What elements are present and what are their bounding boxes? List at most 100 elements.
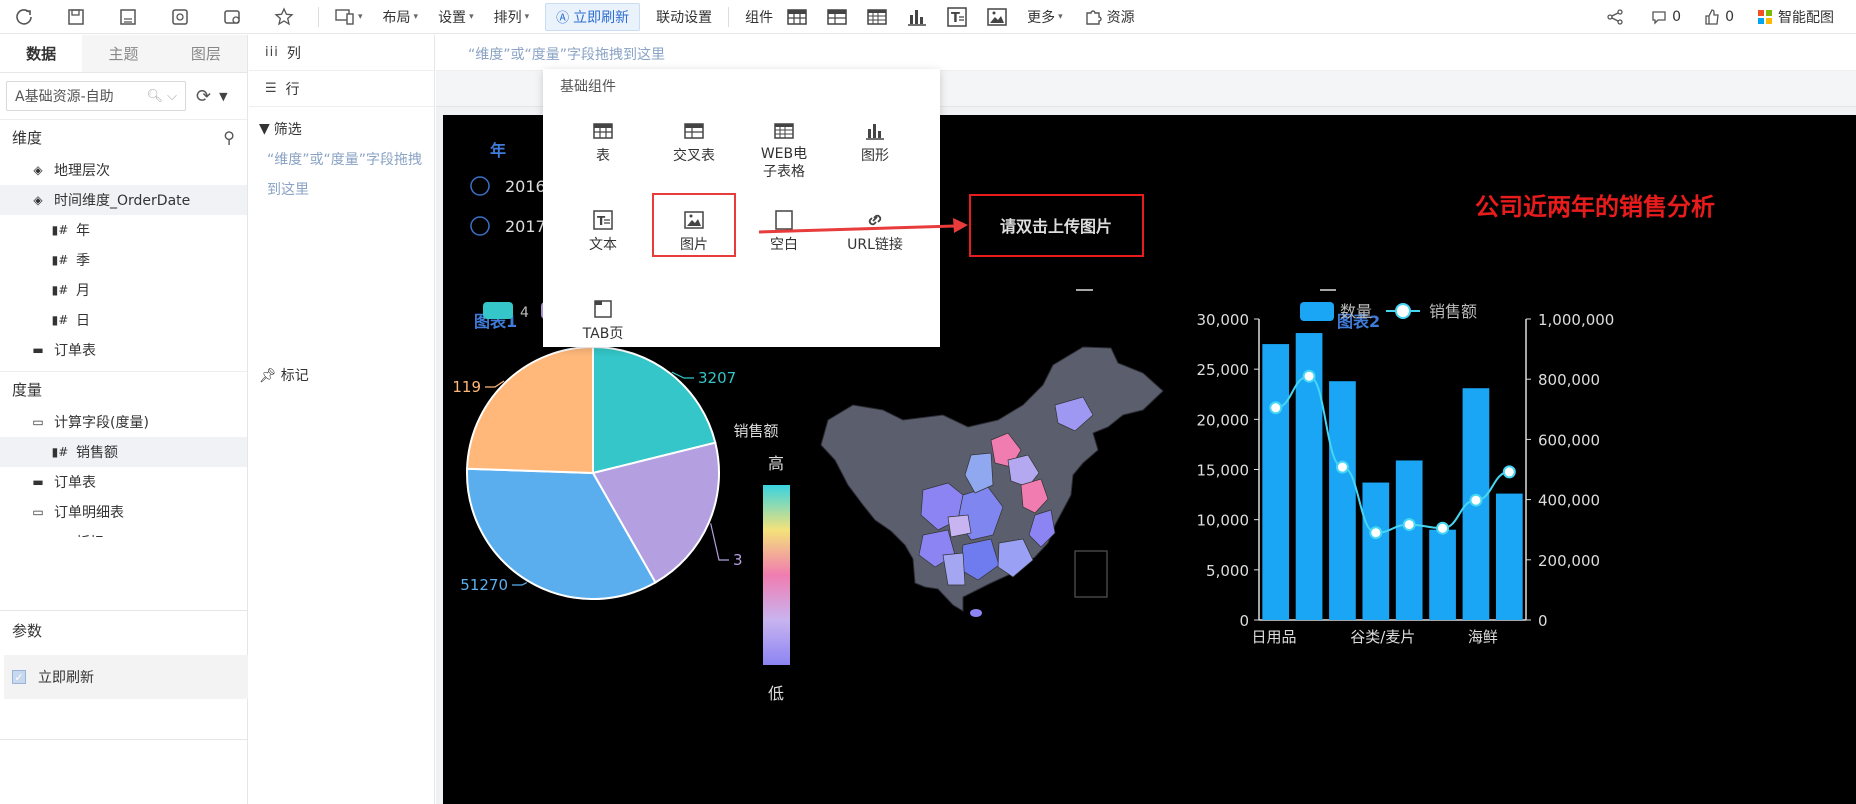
component-blank[interactable]: 空白	[742, 208, 826, 254]
share-screen-icon[interactable]	[222, 7, 242, 27]
tree-item-time-dimension[interactable]: ◈ 时间维度_OrderDate	[0, 185, 247, 215]
component-crosstab[interactable]: 交叉表	[652, 119, 736, 165]
bar[interactable]	[1495, 493, 1523, 620]
pie-data-label: 3207	[698, 369, 736, 387]
search-icon[interactable]: ⚲	[223, 128, 235, 147]
tree-item-calc-fields[interactable]: ▭ 计算字段(度量)	[0, 407, 247, 437]
toolbar-divider	[318, 6, 319, 27]
preview-icon[interactable]	[170, 7, 190, 27]
puzzle-icon	[1085, 9, 1102, 25]
tree-item-orders-table-measure[interactable]: ▬ 订单表	[0, 467, 247, 497]
tree-item-year[interactable]: ▮# 年	[0, 215, 247, 245]
save-icon[interactable]	[66, 7, 86, 27]
settings-menu[interactable]: 设置 ▾	[428, 0, 484, 34]
datasource-select[interactable]: A基础资源-自助 🔍︎ ⌵	[6, 81, 186, 111]
report-title: 公司近两年的销售分析	[1475, 193, 1715, 221]
filter-icon: ▼	[259, 121, 270, 137]
tab-theme[interactable]: 主题	[82, 35, 165, 72]
map-island-hainan[interactable]	[970, 609, 982, 617]
bar-legend-swatch[interactable]	[1300, 302, 1334, 321]
image-icon[interactable]	[985, 5, 1009, 29]
columns-drop-zone[interactable]: “维度”或“度量”字段拖拽到这里	[436, 35, 1856, 71]
sales-point[interactable]	[1335, 460, 1349, 474]
upload-placeholder-text: 请双击上传图片	[1000, 217, 1112, 236]
component-image[interactable]: 图片	[652, 193, 736, 257]
pie-label-line	[512, 582, 528, 586]
sales-point[interactable]	[1402, 518, 1416, 532]
crosstab-icon[interactable]	[825, 5, 849, 29]
component-chart[interactable]: 图形	[833, 119, 917, 165]
bar[interactable]	[1329, 381, 1356, 620]
china-map-chart: 销售额高低	[733, 346, 1164, 703]
pie-legend-swatch[interactable]	[483, 302, 513, 319]
columns-shelf[interactable]: iii 列	[249, 35, 434, 71]
param-refresh-now[interactable]: ✓ 立即刷新	[4, 655, 248, 699]
bar[interactable]	[1429, 529, 1456, 620]
map-legend-gradient[interactable]	[763, 485, 790, 665]
tab-layers[interactable]: 图层	[164, 35, 247, 72]
web-sheet-icon[interactable]	[865, 5, 889, 29]
comments-button[interactable]: 0	[1650, 8, 1681, 26]
folder-open-icon: ▭	[32, 505, 44, 519]
bar[interactable]	[1395, 460, 1423, 620]
sales-point[interactable]	[1469, 493, 1483, 507]
rows-label: 行	[285, 81, 300, 98]
bar[interactable]	[1362, 482, 1390, 620]
share-button[interactable]	[1606, 8, 1628, 26]
refresh-now-button[interactable]: Ⓐ 立即刷新	[545, 2, 641, 31]
sales-point[interactable]	[1302, 369, 1316, 383]
tab-data[interactable]: 数据	[0, 35, 83, 72]
radio-2017[interactable]	[470, 216, 490, 236]
sales-point[interactable]	[1436, 521, 1450, 535]
pie-slice[interactable]	[466, 345, 594, 475]
tree-item-order-details[interactable]: ▭ 订单明细表	[0, 497, 247, 527]
component-url-link[interactable]: URL链接	[833, 208, 917, 254]
table-icon[interactable]	[785, 5, 809, 29]
sales-point[interactable]	[1369, 526, 1383, 540]
more-menu[interactable]: 更多 ▾	[1017, 0, 1073, 34]
left-tick-label: 30,000	[1197, 311, 1250, 329]
refresh-icon[interactable]	[14, 7, 34, 27]
device-view-menu[interactable]: ▾	[325, 0, 373, 34]
dropdown-arrow-icon[interactable]: ▼	[219, 90, 227, 103]
line-legend-marker[interactable]	[1395, 303, 1411, 319]
smart-config-button[interactable]: 智能配图	[1756, 7, 1834, 27]
tree-item-month[interactable]: ▮# 月	[0, 275, 247, 305]
date-field-icon: ▮#	[51, 445, 69, 459]
sales-point[interactable]	[1269, 401, 1283, 415]
right-tick-label: 800,000	[1538, 371, 1600, 389]
component-popup: 基础组件 表 交叉表 WEB电子表格 图形 T 文本 图片 空白 URL链接 T…	[543, 69, 940, 347]
linkage-settings-button[interactable]: 联动设置	[646, 0, 722, 34]
save-as-icon[interactable]	[118, 7, 138, 27]
tree-item-day[interactable]: ▮# 日	[0, 305, 247, 335]
checkbox-icon[interactable]: ✓	[12, 670, 26, 684]
favorite-star-icon[interactable]	[274, 6, 294, 27]
filter-drop-zone[interactable]: “维度”或“度量”字段拖拽到这里	[249, 145, 434, 205]
arrange-menu[interactable]: 排列 ▾	[484, 0, 540, 34]
rows-shelf[interactable]: ☰ 行	[249, 71, 434, 107]
layout-menu[interactable]: 布局 ▾	[373, 0, 429, 34]
like-button[interactable]: 0	[1703, 8, 1734, 26]
auto-refresh-icon: Ⓐ	[556, 11, 570, 26]
component-table[interactable]: 表	[561, 119, 645, 165]
map-province[interactable]	[947, 514, 972, 538]
panel-tabs: 数据 主题 图层	[0, 35, 247, 73]
tree-item-discount[interactable]: # 折扣	[0, 527, 247, 537]
tree-item-sales[interactable]: ▮# 销售额	[0, 437, 247, 467]
text-icon[interactable]: T	[945, 5, 969, 29]
component-text[interactable]: T 文本	[561, 208, 645, 254]
bar-chart-icon[interactable]	[905, 5, 929, 29]
sales-point[interactable]	[1502, 465, 1516, 479]
component-web-sheet[interactable]: WEB电子表格	[742, 119, 826, 181]
component-tab-page[interactable]: TAB页	[561, 297, 645, 343]
bar[interactable]	[1262, 344, 1290, 620]
radio-2016[interactable]	[470, 176, 490, 196]
component-label: TAB页	[582, 326, 624, 342]
component-menu[interactable]: 组件	[735, 0, 777, 34]
tree-item-geo-hierarchy[interactable]: ◈ 地理层次	[0, 155, 247, 185]
tree-item-orders-table[interactable]: ▬ 订单表	[0, 335, 247, 365]
image-icon	[654, 208, 734, 232]
tree-item-quarter[interactable]: ▮# 季	[0, 245, 247, 275]
refresh-datasource-icon[interactable]: ⟳	[196, 86, 211, 107]
resources-button[interactable]: 资源	[1073, 0, 1145, 34]
